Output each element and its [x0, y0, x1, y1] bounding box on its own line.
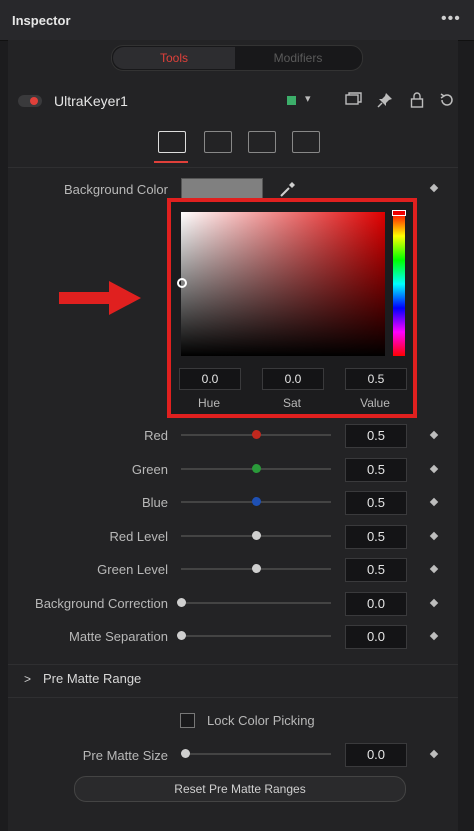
sat-input[interactable]: 0.0	[262, 368, 324, 390]
red-label: Red	[144, 428, 168, 443]
green-slider-knob[interactable]	[252, 464, 261, 473]
blue-slider-knob[interactable]	[252, 497, 261, 506]
green-level-input[interactable]: 0.5	[345, 558, 407, 582]
matte-separation-input[interactable]: 0.0	[345, 625, 407, 649]
blue-label: Blue	[141, 495, 168, 510]
red-level-label: Red Level	[109, 529, 168, 544]
red-level-input[interactable]: 0.5	[345, 525, 407, 549]
red-arrow-icon	[59, 281, 141, 320]
tab-modifiers[interactable]: Modifiers	[237, 47, 359, 69]
green-input[interactable]: 0.5	[345, 458, 407, 482]
pin-icon[interactable]	[377, 92, 393, 111]
pre-matte-range-label[interactable]: Pre Matte Range	[43, 671, 141, 686]
matte-separation-label: Matte Separation	[68, 629, 168, 644]
background-correction-slider-track[interactable]	[181, 602, 331, 604]
lock-color-picking-label: Lock Color Picking	[207, 713, 315, 728]
node-enable-dot	[30, 97, 38, 105]
inspector-subtabs	[8, 123, 458, 168]
node-color-chip[interactable]	[287, 96, 296, 105]
sat-label: Sat	[282, 396, 301, 410]
sv-handle[interactable]	[177, 278, 187, 288]
red-slider-knob[interactable]	[252, 430, 261, 439]
background-correction-input[interactable]: 0.0	[345, 592, 407, 616]
active-subtab-indicator	[154, 161, 188, 163]
hue-input[interactable]: 0.0	[179, 368, 241, 390]
lock-icon[interactable]	[410, 92, 424, 111]
value-label: Value	[360, 396, 390, 410]
controls-icon[interactable]	[158, 131, 186, 153]
hue-handle[interactable]	[392, 210, 406, 216]
tab-tools[interactable]: Tools	[113, 47, 235, 69]
chevron-right-icon[interactable]: >	[24, 672, 31, 686]
red-level-slider-knob[interactable]	[252, 531, 261, 540]
image-icon[interactable]	[248, 131, 276, 153]
hue-label: Hue	[197, 396, 220, 410]
window-icon[interactable]	[345, 92, 363, 109]
settings-icon[interactable]	[292, 131, 320, 153]
inspector-titlebar	[0, 0, 474, 41]
background-color-label: Background Color	[63, 182, 168, 197]
green-label: Green	[131, 462, 168, 477]
pre-matte-size-label: Pre Matte Size	[82, 748, 168, 763]
tuning-icon[interactable]	[204, 131, 232, 153]
reset-pre-matte-ranges-button[interactable]: Reset Pre Matte Ranges	[74, 776, 406, 802]
pre-matte-size-input[interactable]: 0.0	[345, 743, 407, 767]
blue-input[interactable]: 0.5	[345, 491, 407, 515]
reset-icon[interactable]	[439, 92, 455, 111]
saturation-value-field[interactable]	[181, 212, 385, 356]
more-options-icon[interactable]: •••	[441, 10, 461, 28]
pre-matte-size-knob[interactable]	[181, 749, 190, 758]
background-correction-slider-knob[interactable]	[177, 598, 186, 607]
background-correction-label: Background Correction	[35, 596, 168, 611]
red-input[interactable]: 0.5	[345, 424, 407, 448]
hue-strip[interactable]	[393, 212, 405, 356]
matte-separation-slider-knob[interactable]	[177, 631, 186, 640]
value-input[interactable]: 0.5	[345, 368, 407, 390]
lock-color-picking-checkbox[interactable]	[180, 713, 195, 728]
chevron-down-icon[interactable]: ▾	[305, 92, 311, 105]
matte-separation-slider-track[interactable]	[181, 635, 331, 637]
green-level-slider-knob[interactable]	[252, 564, 261, 573]
inspector-title: Inspector	[12, 13, 71, 28]
node-name: UltraKeyer1	[54, 93, 128, 109]
pre-matte-size-track[interactable]	[181, 753, 331, 755]
green-level-label: Green Level	[97, 562, 168, 577]
